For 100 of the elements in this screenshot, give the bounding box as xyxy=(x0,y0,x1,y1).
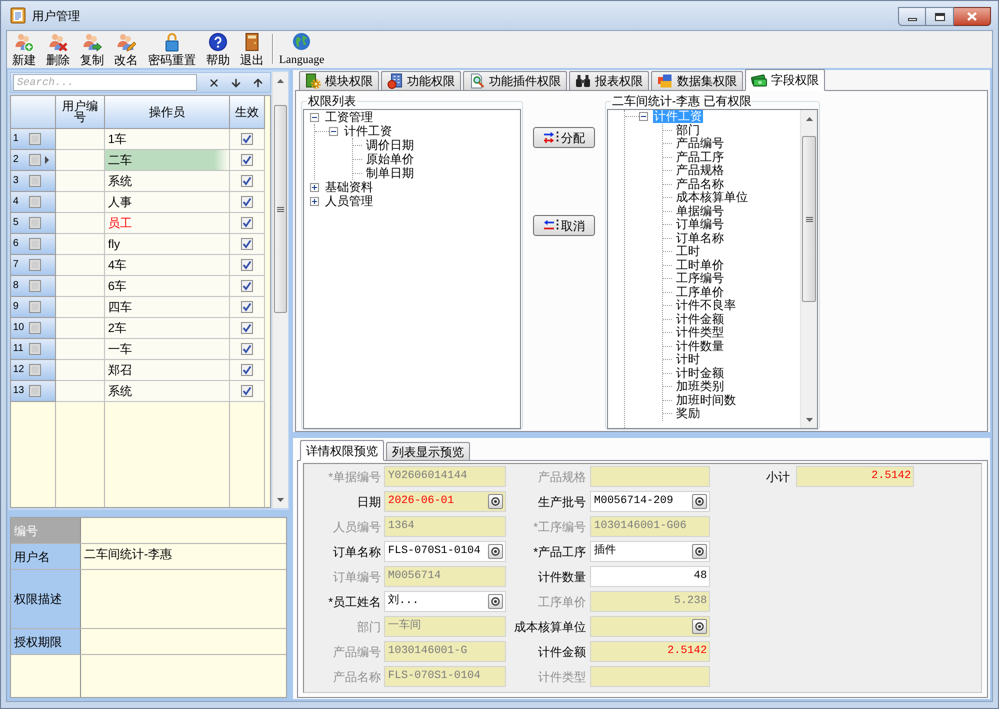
maximize-button[interactable] xyxy=(926,7,954,26)
toolbar-button[interactable]: 帮助 xyxy=(201,32,235,67)
table-cell[interactable]: 员工 xyxy=(105,213,230,234)
checkbox[interactable] xyxy=(29,259,41,271)
scrollbar[interactable] xyxy=(800,110,817,428)
row-header[interactable]: 2 xyxy=(11,150,56,171)
row-header[interactable]: 11 xyxy=(11,339,56,360)
checkbox[interactable] xyxy=(241,196,253,208)
tab[interactable]: 列表显示预览 xyxy=(386,442,470,460)
toolbar-button[interactable]: 复制 xyxy=(75,32,109,67)
table-cell[interactable]: 6车 xyxy=(105,276,230,297)
table-cell[interactable]: 1车 xyxy=(105,129,230,150)
checkbox[interactable] xyxy=(241,343,253,355)
table-cell[interactable]: 4车 xyxy=(105,255,230,276)
checkbox[interactable] xyxy=(241,217,253,229)
tree-item[interactable]: 加班时间数 xyxy=(675,394,737,407)
tab[interactable]: 报表权限 xyxy=(569,71,649,90)
table-cell[interactable]: 2车 xyxy=(105,318,230,339)
tree-item[interactable]: 工序编号 xyxy=(675,272,725,286)
tree-item[interactable]: 调价日期 xyxy=(365,138,415,152)
tree-item[interactable]: 产品编号 xyxy=(675,137,725,150)
checkbox[interactable] xyxy=(241,385,253,397)
input-field[interactable] xyxy=(590,466,710,487)
checkbox[interactable] xyxy=(29,133,41,145)
checkbox[interactable] xyxy=(29,217,41,229)
minus-box-icon[interactable] xyxy=(310,112,319,122)
lookup-button[interactable] xyxy=(692,619,707,634)
column-header[interactable]: 用户编号 xyxy=(56,96,105,129)
checkbox[interactable] xyxy=(241,280,253,292)
table-cell[interactable]: 系统 xyxy=(105,381,230,402)
lookup-button[interactable] xyxy=(692,494,707,509)
input-field[interactable]: 刘... xyxy=(384,591,506,612)
tree-item[interactable]: 基础资料 xyxy=(324,180,374,194)
checkbox[interactable] xyxy=(241,154,253,166)
checkbox[interactable] xyxy=(29,385,41,397)
checkbox[interactable] xyxy=(29,175,41,187)
checkbox[interactable] xyxy=(241,175,253,187)
tree-item[interactable]: 计时金额 xyxy=(675,366,725,380)
scrollbar-thumb[interactable] xyxy=(274,105,287,313)
tab[interactable]: 模块权限 xyxy=(299,71,379,90)
tree-item[interactable]: 计件金额 xyxy=(675,312,725,326)
row-header[interactable]: 8 xyxy=(11,276,56,297)
table-cell[interactable]: 四车 xyxy=(105,297,230,318)
tree-item[interactable]: 奖励 xyxy=(675,407,701,420)
search-field[interactable]: Search... xyxy=(13,74,197,91)
tree-item[interactable]: 计件不良率 xyxy=(675,299,737,312)
minus-box-icon[interactable] xyxy=(639,112,648,122)
row-header[interactable]: 13 xyxy=(11,381,56,402)
tab[interactable]: 功能插件权限 xyxy=(463,71,567,90)
toolbar-button[interactable]: 删除 xyxy=(41,32,75,67)
table-cell[interactable]: 系统 xyxy=(105,171,230,192)
input-field[interactable]: 二车间统计-李惠 xyxy=(81,544,286,569)
tree-item[interactable]: 原始单价 xyxy=(365,152,415,166)
toolbar-button[interactable]: 改名 xyxy=(109,32,143,67)
language-button[interactable]: Language xyxy=(277,32,326,67)
checkbox[interactable] xyxy=(29,196,41,208)
transfer-button[interactable]: 取消 xyxy=(533,215,595,236)
tree-item[interactable]: 订单名称 xyxy=(675,232,725,245)
checkbox[interactable] xyxy=(29,238,41,250)
tree-item[interactable]: 工序单价 xyxy=(675,286,725,299)
row-header[interactable]: 4 xyxy=(11,192,56,213)
tab[interactable]: 字段权限 xyxy=(745,69,825,91)
toolbar-button[interactable]: 密码重置 xyxy=(143,32,201,67)
input-field[interactable]: M0056714-209 xyxy=(590,491,710,512)
tab[interactable]: 功能权限 xyxy=(381,71,461,90)
checkbox[interactable] xyxy=(241,364,253,376)
input-field[interactable]: 48 xyxy=(590,566,710,587)
checkbox[interactable] xyxy=(241,259,253,271)
checkbox[interactable] xyxy=(29,364,41,376)
close-button[interactable] xyxy=(954,7,991,26)
column-header[interactable]: 生效 xyxy=(230,96,265,129)
checkbox[interactable] xyxy=(241,322,253,334)
checkbox[interactable] xyxy=(29,154,41,166)
checkbox[interactable] xyxy=(29,322,41,334)
toolbar-button[interactable]: 退出 xyxy=(235,32,269,67)
checkbox[interactable] xyxy=(241,238,253,250)
row-header[interactable]: 10 xyxy=(11,318,56,339)
row-header[interactable]: 3 xyxy=(11,171,56,192)
lookup-button[interactable] xyxy=(488,594,503,609)
table-cell[interactable]: fly xyxy=(105,234,230,255)
column-header[interactable]: 操作员 xyxy=(105,96,230,129)
table-cell[interactable]: 二车 xyxy=(105,150,230,171)
plus-box-icon[interactable] xyxy=(310,196,319,206)
table-cell[interactable]: 人事 xyxy=(105,192,230,213)
lookup-button[interactable] xyxy=(488,544,503,559)
plus-box-icon[interactable] xyxy=(310,182,319,192)
tree-item[interactable]: 部门 xyxy=(675,124,701,137)
input-field[interactable] xyxy=(590,666,710,687)
checkbox[interactable] xyxy=(29,343,41,355)
tree-item[interactable]: 单据编号 xyxy=(675,204,725,218)
tree-item[interactable]: 制单日期 xyxy=(365,166,415,180)
scrollbar[interactable] xyxy=(272,72,288,508)
tree-item[interactable]: 计时 xyxy=(675,353,701,366)
input-field[interactable] xyxy=(590,616,710,637)
tree-item[interactable]: 产品名称 xyxy=(675,178,725,191)
tree-item[interactable]: 产品规格 xyxy=(675,164,725,178)
checkbox[interactable] xyxy=(29,280,41,292)
row-header[interactable]: 6 xyxy=(11,234,56,255)
scrollbar-thumb[interactable] xyxy=(802,136,816,302)
lookup-button[interactable] xyxy=(692,544,707,559)
